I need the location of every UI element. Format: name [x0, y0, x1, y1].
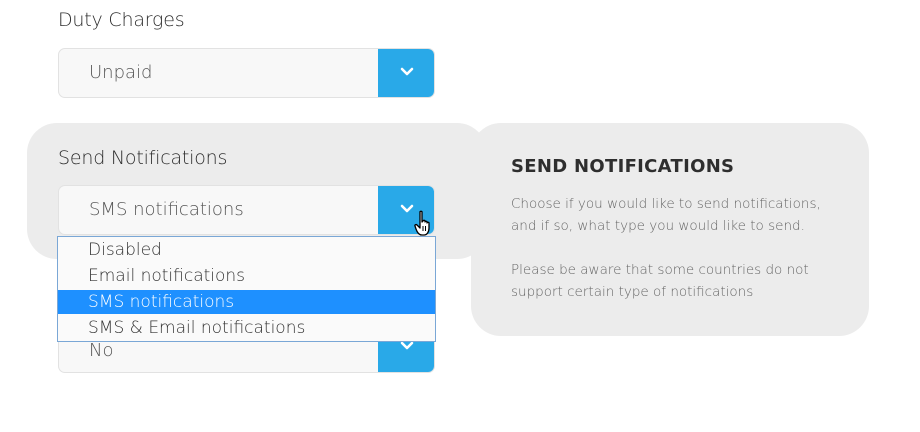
duty-charges-label: Duty Charges	[58, 9, 185, 31]
send-notifications-select[interactable]: SMS notifications	[58, 185, 435, 235]
send-notifications-value: SMS notifications	[89, 199, 244, 220]
hand-pointer-icon	[414, 210, 430, 236]
chevron-down-icon	[400, 341, 414, 350]
option-sms-notifications[interactable]: SMS notifications	[58, 290, 435, 314]
info-text-1: Choose if you would like to send notific…	[511, 196, 821, 234]
info-title: SEND NOTIFICATIONS	[511, 156, 735, 177]
option-sms-email-notifications[interactable]: SMS & Email notifications	[58, 316, 435, 340]
option-email-notifications[interactable]: Email notifications	[58, 264, 435, 288]
duty-charges-select[interactable]: Unpaid	[58, 48, 435, 98]
option-disabled[interactable]: Disabled	[58, 238, 435, 262]
notifications-dropdown-list: Disabled Email notifications SMS notific…	[57, 236, 436, 342]
chevron-down-icon	[400, 204, 414, 213]
info-text-2: Please be aware that some countries do n…	[511, 262, 809, 300]
send-notifications-label: Send Notifications	[58, 147, 228, 169]
duty-charges-dropdown-button[interactable]	[378, 49, 434, 97]
chevron-down-icon	[400, 67, 414, 76]
duty-charges-value: Unpaid	[89, 62, 153, 83]
